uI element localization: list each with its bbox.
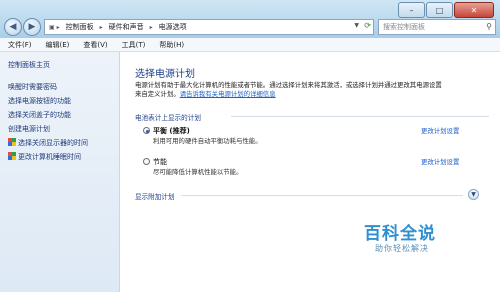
refresh-icon[interactable]: ⟳ xyxy=(364,21,371,30)
back-arrow-icon: ◀ xyxy=(9,21,17,32)
shield-icon xyxy=(8,138,16,146)
sidebar-home-link[interactable]: 控制面板主页 xyxy=(8,60,50,70)
sidebar-item-lid-close[interactable]: 选择关闭盖子的功能 xyxy=(8,110,71,120)
sidebar-item-display-off[interactable]: 选择关闭显示器的时间 xyxy=(8,138,88,148)
menu-help[interactable]: 帮助(H) xyxy=(159,40,184,50)
additional-plans-divider xyxy=(181,195,463,196)
sidebar: 控制面板主页 唤醒时需要密码 选择电源按钮的功能 选择关闭盖子的功能 创建电源计… xyxy=(0,52,120,292)
nav-buttons: ◀ ▶ xyxy=(4,17,42,36)
menu-file[interactable]: 文件(F) xyxy=(8,40,32,50)
watermark-title: 百科全说 xyxy=(364,224,436,244)
group-divider xyxy=(231,116,489,117)
plans-group-header: 电池表计上显示的计划 xyxy=(135,114,201,122)
shield-icon xyxy=(8,152,16,160)
close-button[interactable]: ✕ xyxy=(454,2,494,18)
page-title: 选择电源计划 xyxy=(135,69,195,80)
description-line-2: 来自定义计划。 xyxy=(135,90,180,99)
search-input[interactable]: 搜索控制面板 ⚲ xyxy=(378,19,496,35)
plan-power-saver-settings-link[interactable]: 更改计划设置 xyxy=(421,157,459,166)
menu-edit[interactable]: 编辑(E) xyxy=(46,40,70,50)
menu-bar: 文件(F) 编辑(E) 查看(V) 工具(T) 帮助(H) xyxy=(0,38,500,52)
power-plan-info-link[interactable]: 请告诉我有关电源计划的详细信息 xyxy=(180,90,276,98)
search-icon[interactable]: ⚲ xyxy=(486,22,492,31)
sidebar-item-wake-password[interactable]: 唤醒时需要密码 xyxy=(8,82,57,92)
forward-button[interactable]: ▶ xyxy=(23,17,41,36)
plan-balanced-name[interactable]: 平衡 (推荐) xyxy=(153,126,190,136)
description-line-1: 电源计划有助于最大化计算机的性能或者节能。通过选择计划来将其激活，或选择计划并通… xyxy=(135,81,442,89)
breadcrumb-separator-icon: ▸ xyxy=(149,23,153,31)
breadcrumb-hardware-sound[interactable]: 硬件和声音 xyxy=(109,22,144,32)
menu-view[interactable]: 查看(V) xyxy=(83,40,107,50)
watermark-subtitle: 助你轻松解决 xyxy=(375,244,429,253)
sidebar-item-power-button[interactable]: 选择电源按钮的功能 xyxy=(8,96,71,106)
main-panel: 选择电源计划 电源计划有助于最大化计算机的性能或者节能。通过选择计划来将其激活，… xyxy=(121,52,500,292)
maximize-button[interactable]: □ xyxy=(426,2,453,18)
expand-chevron-icon[interactable]: ▼ xyxy=(468,189,479,200)
plan-power-saver-desc: 尽可能降低计算机性能以节能。 xyxy=(153,168,243,176)
show-additional-plans[interactable]: 显示附加计划 xyxy=(135,191,175,201)
control-panel-icon: ▣ ▸ xyxy=(49,23,60,31)
forward-arrow-icon: ▶ xyxy=(28,21,36,32)
sidebar-item-label: 选择关闭显示器的时间 xyxy=(18,139,88,147)
menu-tools[interactable]: 工具(T) xyxy=(122,40,146,50)
address-bar[interactable]: ▣ ▸ 控制面板 ▸ 硬件和声音 ▸ 电源选项 ▼ ⟳ xyxy=(44,19,374,35)
plan-balanced-settings-link[interactable]: 更改计划设置 xyxy=(421,126,459,135)
plan-balanced-radio[interactable] xyxy=(143,127,150,134)
plan-power-saver-radio[interactable] xyxy=(143,158,150,165)
sidebar-item-create-plan[interactable]: 创建电源计划 xyxy=(8,124,50,134)
back-button[interactable]: ◀ xyxy=(4,17,22,36)
search-placeholder: 搜索控制面板 xyxy=(383,23,425,31)
breadcrumb-separator-icon: ▸ xyxy=(99,23,103,31)
window-titlebar: – □ ✕ ◀ ▶ ▣ ▸ 控制面板 ▸ 硬件和声音 ▸ 电源选项 ▼ ⟳ 搜索… xyxy=(0,0,500,38)
address-dropdown-icon[interactable]: ▼ xyxy=(354,22,359,29)
breadcrumb-control-panel[interactable]: 控制面板 xyxy=(66,22,94,32)
page-description: 电源计划有助于最大化计算机的性能或者节能。通过选择计划来将其激活，或选择计划并通… xyxy=(135,81,485,99)
sidebar-item-label: 更改计算机睡眠时间 xyxy=(18,153,81,161)
plan-balanced-desc: 利用可用的硬件自动平衡功耗与性能。 xyxy=(153,137,262,145)
minimize-button[interactable]: – xyxy=(398,2,425,18)
window-controls: – □ ✕ xyxy=(397,2,494,18)
sidebar-item-sleep-time[interactable]: 更改计算机睡眠时间 xyxy=(8,152,81,162)
plan-power-saver-name[interactable]: 节能 xyxy=(153,157,167,167)
breadcrumb-power-options[interactable]: 电源选项 xyxy=(159,22,187,32)
